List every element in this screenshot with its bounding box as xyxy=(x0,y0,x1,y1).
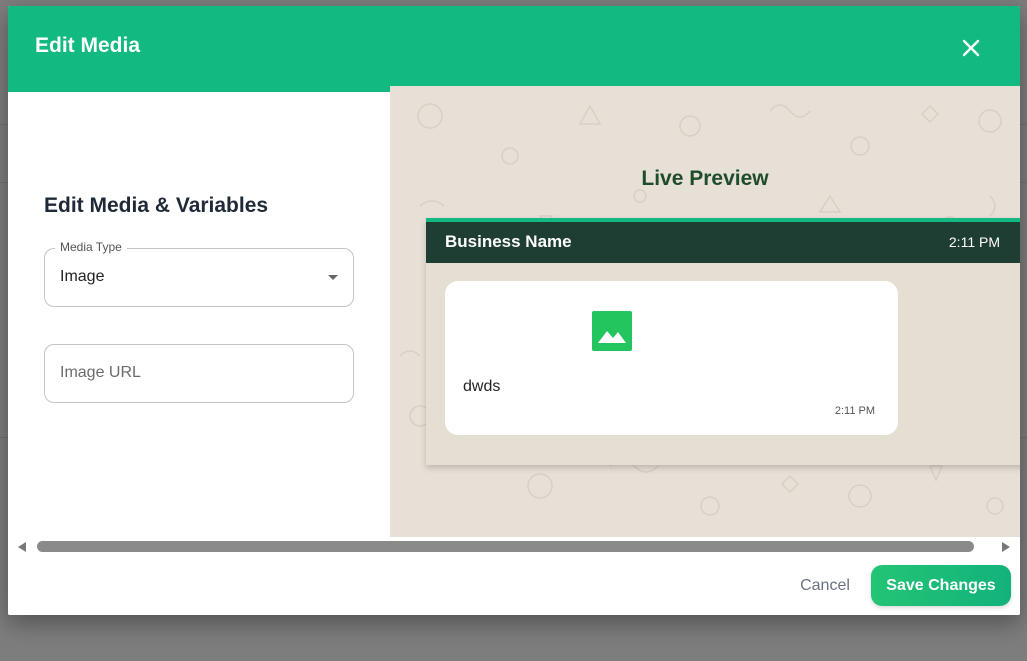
chat-header-time: 2:11 PM xyxy=(948,234,1000,250)
horizontal-scrollbar[interactable] xyxy=(8,537,1020,557)
media-type-select[interactable]: Media Type Image xyxy=(44,240,354,307)
image-icon xyxy=(591,310,633,352)
image-url-input[interactable]: Image URL xyxy=(44,344,354,403)
close-button[interactable] xyxy=(958,35,984,61)
message-bubble: dwds 2:11 PM xyxy=(445,281,898,435)
message-text: dwds xyxy=(463,378,501,395)
modal-header: Edit Media xyxy=(8,6,1020,92)
chat-header: Business Name 2:11 PM xyxy=(426,222,1020,263)
cancel-button[interactable]: Cancel xyxy=(780,566,870,606)
close-icon xyxy=(962,39,980,57)
edit-panel: Edit Media & Variables Media Type Image … xyxy=(8,92,390,537)
live-preview-panel: Live Preview Business Name 2:11 PM dwds … xyxy=(390,86,1020,537)
business-name: Business Name xyxy=(445,232,572,251)
live-preview-title: Live Preview xyxy=(641,167,769,190)
message-time: 2:11 PM xyxy=(834,405,875,417)
media-type-value: Image xyxy=(60,268,105,285)
modal-footer: Cancel Save Changes xyxy=(8,557,1020,615)
media-type-label: Media Type xyxy=(55,240,127,254)
scroll-left-icon[interactable] xyxy=(18,542,26,552)
image-url-placeholder: Image URL xyxy=(60,364,141,381)
save-changes-button[interactable]: Save Changes xyxy=(871,565,1011,606)
modal-title: Edit Media xyxy=(35,34,141,57)
scrollbar-thumb[interactable] xyxy=(37,541,974,552)
chat-preview: Business Name 2:11 PM dwds 2:11 PM xyxy=(426,218,1020,465)
edit-media-modal: Edit Media Edit Media & Variables Media … xyxy=(8,6,1020,615)
scroll-right-icon[interactable] xyxy=(1002,542,1010,552)
panel-heading: Edit Media & Variables xyxy=(44,194,269,217)
chevron-down-icon xyxy=(328,275,338,280)
